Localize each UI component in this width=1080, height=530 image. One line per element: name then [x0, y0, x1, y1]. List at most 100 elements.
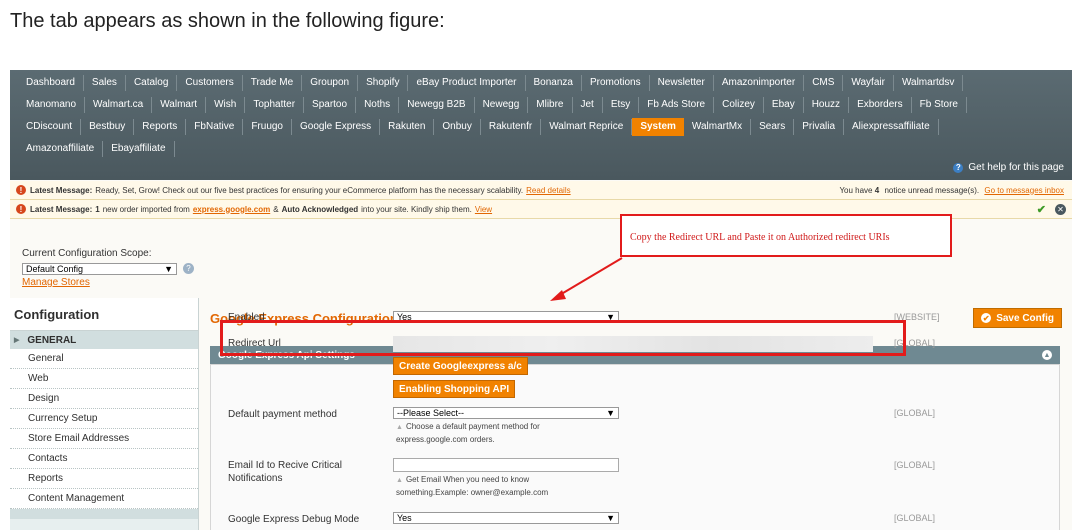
- nav-item-houzz[interactable]: Houzz: [804, 97, 850, 113]
- nav-item-walmart-ca[interactable]: Walmart.ca: [85, 97, 153, 113]
- nav-item-customers[interactable]: Customers: [177, 75, 243, 91]
- payment-hint: ▲ Choose a default payment method for exp…: [396, 422, 540, 444]
- nav-row-1: Dashboard Sales Catalog Customers Trade Me Gr…: [18, 72, 964, 94]
- nav-item-wish[interactable]: Wish: [206, 97, 246, 113]
- email-scope: [GLOBAL]: [894, 460, 936, 470]
- payment-scope: [GLOBAL]: [894, 408, 936, 418]
- nav-item-cdiscount[interactable]: CDiscount: [18, 119, 82, 135]
- scope-label: Current Configuration Scope:: [22, 248, 152, 259]
- save-config-button[interactable]: ✔ Save Config: [973, 308, 1062, 328]
- payment-method-select[interactable]: --Please Select-- ▼: [393, 407, 619, 419]
- sidebar-heading: Configuration: [10, 298, 198, 331]
- nav-item-noths[interactable]: Noths: [356, 97, 400, 113]
- nav-item-fb-store[interactable]: Fb Store: [912, 97, 967, 113]
- dropdown-arrow-icon: ▼: [606, 513, 615, 523]
- nav-item-onbuy[interactable]: Onbuy: [434, 119, 481, 135]
- nav-item-privalia[interactable]: Privalia: [794, 119, 845, 135]
- nav-item-colizey[interactable]: Colizey: [714, 97, 764, 113]
- nav-row-3: CDiscount Bestbuy Reports FbNative Fruugo Goo…: [18, 116, 939, 138]
- dropdown-arrow-icon: ▼: [606, 408, 615, 418]
- nav-item-exborders[interactable]: Exborders: [849, 97, 912, 113]
- nav-item-fbnative[interactable]: FbNative: [186, 119, 244, 135]
- nav-item-reports[interactable]: Reports: [134, 119, 187, 135]
- sidebar-item-content-management[interactable]: Content Management: [10, 489, 198, 509]
- unread-notice: You have 4 notice unread message(s). Go …: [839, 185, 1064, 195]
- sidebar-item-design[interactable]: Design: [10, 389, 198, 409]
- google-express-link[interactable]: express.google.com: [193, 205, 270, 214]
- nav-item-tophatter[interactable]: Tophatter: [245, 97, 305, 113]
- nav-item-rakuten[interactable]: Rakuten: [380, 119, 435, 135]
- nav-item-walmartmx[interactable]: WalmartMx: [684, 119, 752, 135]
- nav-item-bestbuy[interactable]: Bestbuy: [81, 119, 135, 135]
- nav-item-ebay-product-importer[interactable]: eBay Product Importer: [408, 75, 526, 91]
- nav-item-fb-ads-store[interactable]: Fb Ads Store: [639, 97, 715, 113]
- sidebar-group-catalog[interactable]: [10, 509, 198, 519]
- nav-item-dashboard[interactable]: Dashboard: [18, 75, 84, 91]
- hint-icon: ▲: [396, 477, 403, 484]
- create-googleexpress-button[interactable]: Create Googleexpress a/c: [393, 357, 528, 375]
- nav-item-aliexpressaffiliate[interactable]: Aliexpressaffiliate: [844, 119, 939, 135]
- nav-item-mlibre[interactable]: Mlibre: [528, 97, 573, 113]
- nav-item-walmartdsv[interactable]: Walmartdsv: [894, 75, 964, 91]
- nav-item-google-express[interactable]: Google Express: [292, 119, 381, 135]
- nav-item-manomano[interactable]: Manomano: [18, 97, 86, 113]
- nav-item-amazonimporter[interactable]: Amazonimporter: [714, 75, 805, 91]
- sidebar-item-web[interactable]: Web: [10, 369, 198, 389]
- annotation-text: Copy the Redirect URL and Paste it on Au…: [630, 232, 890, 243]
- sidebar-item-contacts[interactable]: Contacts: [10, 449, 198, 469]
- nav-item-newegg-b2b[interactable]: Newegg B2B: [399, 97, 475, 113]
- config-sidebar: Configuration ▶ GENERAL General Web Design…: [10, 298, 199, 530]
- nav-item-groupon[interactable]: Groupon: [302, 75, 359, 91]
- nav-item-newegg[interactable]: Newegg: [475, 97, 529, 113]
- nav-item-system[interactable]: System: [632, 118, 684, 136]
- nav-item-shopify[interactable]: Shopify: [358, 75, 409, 91]
- sidebar-item-currency-setup[interactable]: Currency Setup: [10, 409, 198, 429]
- checkmark-icon[interactable]: ✔: [1037, 203, 1046, 216]
- nav-item-catalog[interactable]: Catalog: [126, 75, 178, 91]
- close-icon[interactable]: ✕: [1055, 203, 1066, 215]
- scope-select[interactable]: Default Config ▼: [22, 263, 177, 275]
- sidebar-item-reports[interactable]: Reports: [10, 469, 198, 489]
- nav-item-fruugo[interactable]: Fruugo: [243, 119, 292, 135]
- nav-item-promotions[interactable]: Promotions: [582, 75, 650, 91]
- nav-item-ebay[interactable]: Ebay: [764, 97, 804, 113]
- nav-item-ebayaffiliate[interactable]: Ebayaffiliate: [103, 141, 175, 157]
- view-link[interactable]: View: [475, 205, 492, 214]
- nav-item-walmart-reprice[interactable]: Walmart Reprice: [541, 119, 633, 135]
- nav-item-cms[interactable]: CMS: [804, 75, 844, 91]
- nav-item-sears[interactable]: Sears: [751, 119, 795, 135]
- nav-item-rakutenfr[interactable]: Rakutenfr: [481, 119, 542, 135]
- nav-item-sales[interactable]: Sales: [84, 75, 126, 91]
- messages-inbox-link[interactable]: Go to messages inbox: [984, 186, 1064, 195]
- enable-shopping-api-button[interactable]: Enabling Shopping API: [393, 380, 516, 398]
- email-field[interactable]: [393, 458, 619, 472]
- nav-item-amazonaffiliate[interactable]: Amazonaffiliate: [18, 141, 104, 157]
- nav-item-trade-me[interactable]: Trade Me: [243, 75, 303, 91]
- nav-item-walmart[interactable]: Walmart: [152, 97, 207, 113]
- read-details-link[interactable]: Read details: [526, 186, 570, 195]
- nav-item-wayfair[interactable]: Wayfair: [843, 75, 894, 91]
- nav-item-newsletter[interactable]: Newsletter: [650, 75, 714, 91]
- sidebar-item-general[interactable]: General: [10, 349, 198, 369]
- collapse-icon[interactable]: ▲: [1042, 350, 1052, 360]
- sidebar-group-general[interactable]: ▶ GENERAL: [10, 331, 198, 349]
- nav-item-jet[interactable]: Jet: [573, 97, 603, 113]
- nav-item-bonanza[interactable]: Bonanza: [526, 75, 582, 91]
- figure-caption: The tab appears as shown in the followin…: [10, 10, 445, 32]
- warning-icon: !: [16, 204, 26, 214]
- dropdown-arrow-icon: ▼: [164, 264, 173, 274]
- check-icon: ✔: [981, 313, 992, 323]
- payment-method-label: Default payment method: [228, 409, 337, 420]
- info-icon[interactable]: ?: [183, 263, 194, 274]
- sidebar-item-store-email-addresses[interactable]: Store Email Addresses: [10, 429, 198, 449]
- debug-mode-select[interactable]: Yes ▼: [393, 512, 619, 524]
- nav-item-etsy[interactable]: Etsy: [603, 97, 640, 113]
- nav-item-spartoo[interactable]: Spartoo: [304, 97, 357, 113]
- redirect-highlight-box: [220, 320, 906, 356]
- debug-scope: [GLOBAL]: [894, 513, 936, 523]
- help-link[interactable]: ? Get help for this page: [953, 162, 1064, 173]
- hint-icon: ▲: [396, 424, 403, 431]
- email-label: Email Id to Recive Critical Notifications: [228, 460, 342, 484]
- debug-mode-label: Google Express Debug Mode: [228, 514, 360, 525]
- manage-stores-link[interactable]: Manage Stores: [22, 277, 90, 288]
